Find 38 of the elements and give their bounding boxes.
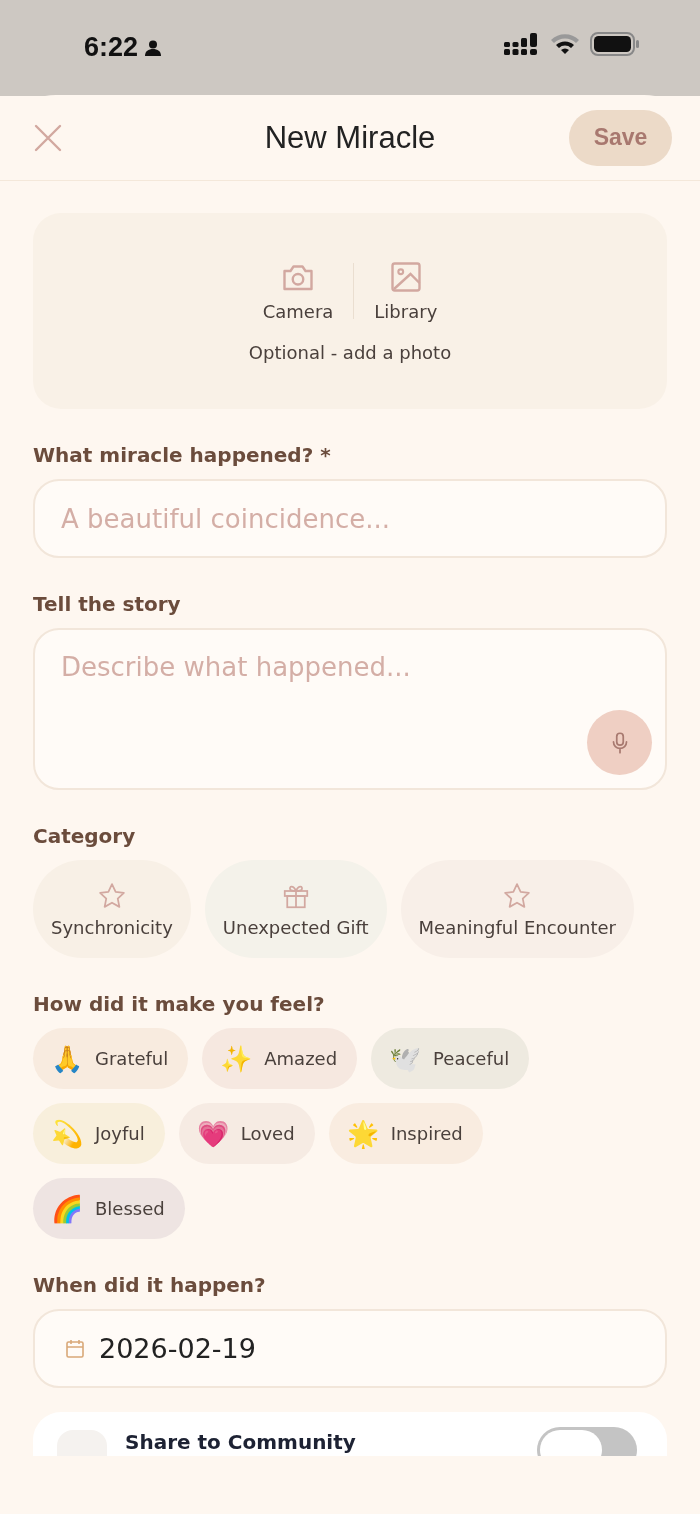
- star-icon: [502, 880, 533, 911]
- field-label: How did it make you feel?: [33, 992, 326, 1016]
- wifi-icon: [550, 33, 580, 55]
- sheet-title: New Miracle: [264, 119, 436, 156]
- emoji-icon: 🌟: [346, 1120, 379, 1147]
- battery-icon: [590, 32, 640, 56]
- emoji-icon: 🙏: [51, 1045, 83, 1072]
- person-icon: [144, 38, 163, 57]
- field-label: When did it happen?: [33, 1273, 267, 1297]
- category-chip[interactable]: Unexpected Gift: [204, 860, 387, 958]
- category-chip[interactable]: Synchronicity: [33, 860, 191, 958]
- library-button[interactable]: Library: [374, 259, 438, 322]
- share-label: Share to Community: [125, 1430, 357, 1454]
- feeling-chip[interactable]: 🙏 Grateful: [33, 1028, 189, 1089]
- field-label: Tell the story: [33, 592, 182, 616]
- feeling-chip[interactable]: 💗 Loved: [178, 1103, 315, 1164]
- category-chip[interactable]: Meaningful Encounter: [400, 860, 634, 958]
- signal-icon: [504, 33, 540, 55]
- emoji-icon: 💗: [196, 1120, 229, 1147]
- star-icon: [96, 880, 127, 911]
- feeling-chip[interactable]: 🕊 Peaceful: [371, 1028, 530, 1089]
- emoji-icon: 🌈: [51, 1195, 83, 1222]
- field-label: What miracle happened? *: [33, 443, 332, 467]
- feeling-chip[interactable]: 🌟 Inspired: [328, 1103, 483, 1164]
- camera-button[interactable]: Camera: [262, 259, 334, 322]
- close-icon[interactable]: [34, 123, 62, 152]
- photo-hint: Optional - add a photo: [248, 342, 452, 363]
- emoji-icon: ✨: [220, 1045, 253, 1072]
- title-field[interactable]: A beautiful coincidence...: [33, 479, 667, 558]
- emoji-icon: 💫: [51, 1120, 83, 1147]
- date-field[interactable]: 2026-02-19: [33, 1309, 667, 1388]
- field-label: Category: [33, 824, 137, 848]
- feeling-chip[interactable]: 💫 Joyful: [33, 1103, 165, 1164]
- story-field[interactable]: Describe what happened...: [33, 628, 667, 790]
- emoji-icon: 🕊: [389, 1045, 422, 1072]
- status-time: 6:22: [84, 32, 139, 63]
- feeling-chip[interactable]: ✨ Amazed: [202, 1028, 358, 1089]
- feeling-chip[interactable]: 🌈 Blessed: [33, 1178, 185, 1239]
